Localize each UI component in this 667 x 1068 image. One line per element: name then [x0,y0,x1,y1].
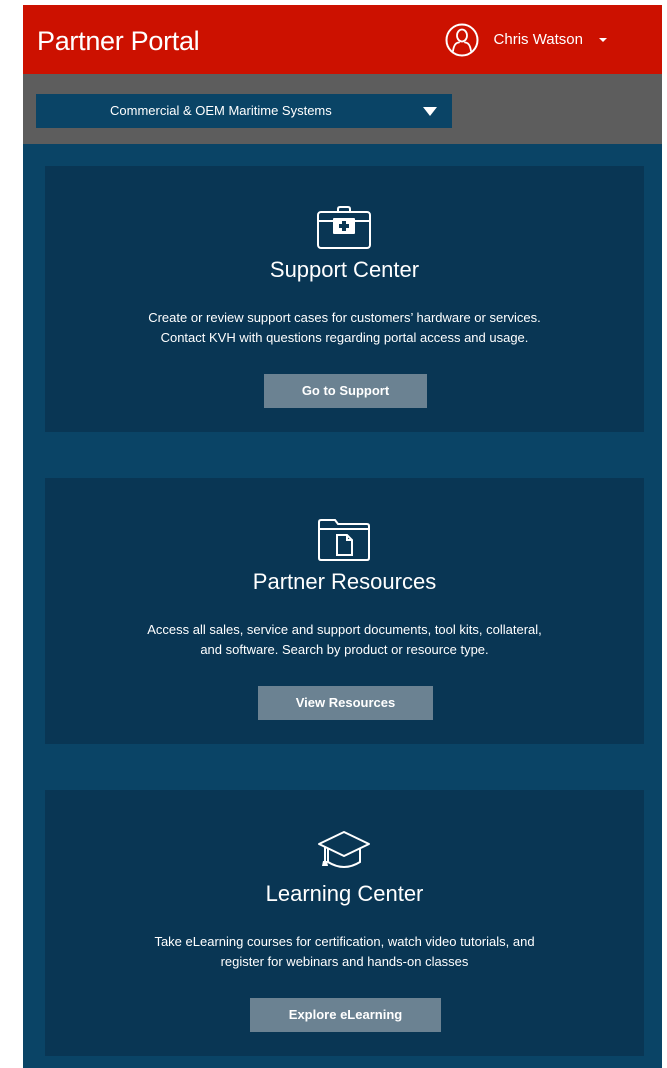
graduation-cap-icon [318,831,370,868]
header-bar: Partner Portal Chris Watson [23,5,662,74]
document-folder-icon [318,519,370,561]
user-menu[interactable]: Chris Watson [445,23,607,57]
app-title: Partner Portal [37,26,200,56]
learning-center-card: Learning Center Take eLearning courses f… [45,790,644,1056]
card-description-line: and software. Search by product or resou… [200,642,489,657]
first-aid-kit-icon [317,206,371,249]
support-center-card: Support Center Create or review support … [45,166,644,432]
card-description: Take eLearning courses for certification… [95,932,594,972]
go-to-support-button[interactable]: Go to Support [264,374,427,408]
business-unit-select[interactable]: Commercial & OEM Maritime Systems [36,94,452,128]
card-description-line: Create or review support cases for custo… [148,310,541,325]
card-description: Access all sales, service and support do… [95,620,594,660]
user-name: Chris Watson [493,31,583,48]
view-resources-button[interactable]: View Resources [258,686,433,720]
business-unit-bar: Commercial & OEM Maritime Systems [23,74,662,144]
card-title: Support Center [269,257,420,282]
card-title: Learning Center [265,881,424,906]
chevron-down-icon [599,38,607,42]
card-description: Create or review support cases for custo… [95,308,594,348]
card-title: Partner Resources [252,569,437,594]
portal-window: Partner Portal Chris Watson Commercial &… [23,5,662,1068]
partner-resources-card: Partner Resources Access all sales, serv… [45,478,644,744]
user-avatar-icon [445,23,479,57]
card-description-line: Take eLearning courses for certification… [154,934,535,949]
card-description-line: Access all sales, service and support do… [147,622,542,637]
card-description-line: Contact KVH with questions regarding por… [160,330,529,345]
explore-elearning-button[interactable]: Explore eLearning [250,998,441,1032]
dropdown-arrow-icon [423,107,437,116]
card-description-line: register for webinars and hands-on class… [220,954,469,969]
business-unit-value: Commercial & OEM Maritime Systems [110,103,332,118]
